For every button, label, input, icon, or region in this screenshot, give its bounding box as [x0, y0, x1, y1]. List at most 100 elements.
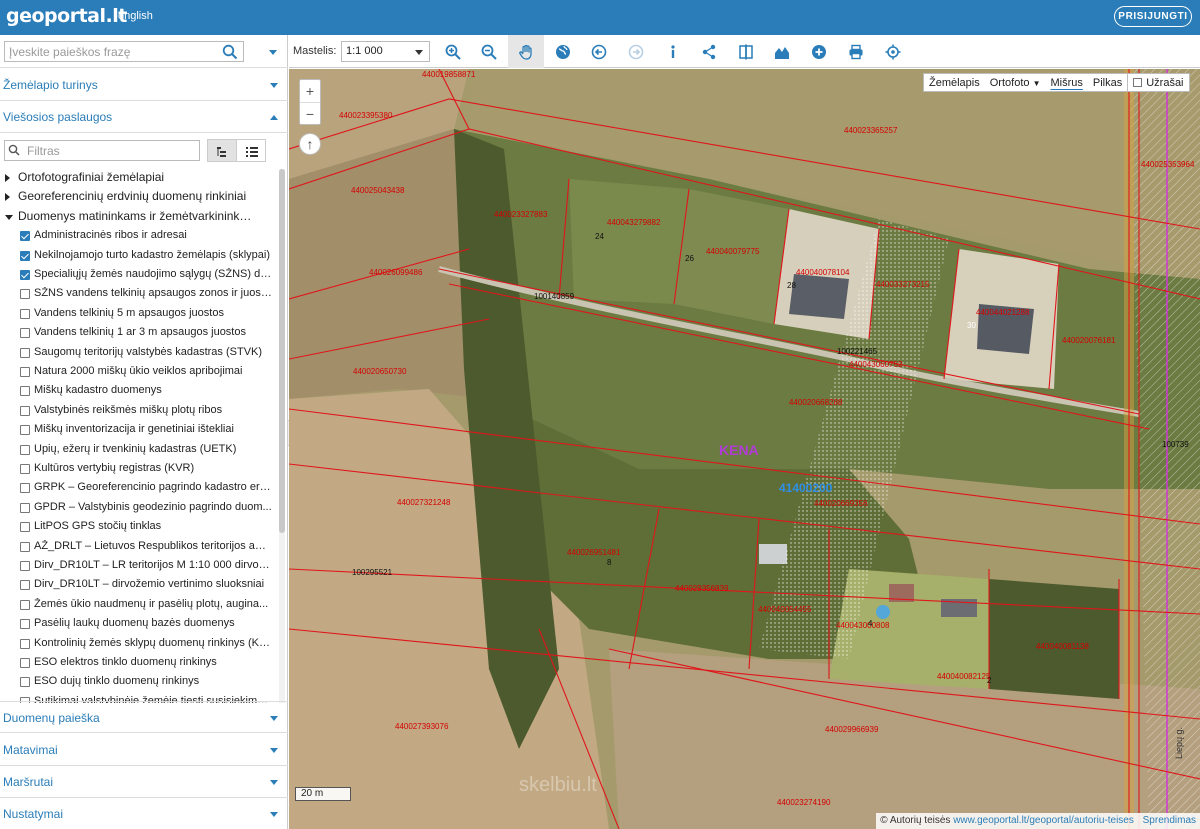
layer-checkbox[interactable] — [20, 483, 30, 494]
caret-down-icon[interactable] — [5, 214, 13, 220]
map-canvas[interactable]: 440019858871 440023395380 440023365257 4… — [289, 69, 1200, 829]
layer-checkbox[interactable] — [20, 677, 30, 688]
attribution-solution-link[interactable]: Sprendimas — [1143, 815, 1196, 826]
layer-checkbox[interactable] — [20, 308, 30, 319]
layer-item[interactable]: AŽ_DRLT – Lietuvos Respublikos teritorij… — [0, 538, 278, 557]
layer-checkbox[interactable] — [20, 619, 30, 630]
layer-checkbox[interactable] — [20, 328, 30, 339]
layer-checkbox[interactable] — [20, 444, 30, 455]
layer-item[interactable]: GRPK – Georeferencinio pagrindo kadastro… — [0, 479, 278, 498]
list-view-button[interactable] — [236, 139, 266, 162]
selected-parcel-id[interactable]: 41400200 — [779, 481, 833, 495]
login-button[interactable]: PRISIJUNGTI — [1114, 6, 1192, 27]
section-data-search[interactable]: Duomenų paieška — [0, 701, 288, 733]
print-button[interactable] — [838, 35, 874, 68]
locate-button[interactable] — [875, 35, 911, 68]
language-switch[interactable]: english — [118, 10, 153, 22]
compare-button[interactable] — [728, 35, 764, 68]
map-zoom-in-button[interactable]: + — [300, 80, 320, 102]
basemap-gray[interactable]: Pilkas — [1088, 77, 1127, 89]
layer-checkbox[interactable] — [20, 405, 30, 416]
labels-toggle[interactable]: Užrašai — [1128, 77, 1188, 89]
search-input[interactable] — [4, 41, 244, 62]
layer-checkbox[interactable] — [20, 464, 30, 474]
layer-checkbox[interactable] — [20, 599, 30, 610]
layer-checkbox[interactable] — [20, 367, 30, 377]
basemap-mixed[interactable]: Mišrus — [1045, 77, 1087, 89]
layer-item[interactable]: LitPOS GPS stočių tinklas — [0, 518, 278, 537]
section-routes[interactable]: Maršrutai — [0, 766, 288, 798]
orthophoto-map[interactable]: 440019858871 440023395380 440023365257 4… — [289, 69, 1200, 829]
section-measurements[interactable]: Matavimai — [0, 734, 288, 766]
zoom-out-button[interactable] — [471, 35, 507, 68]
layer-item[interactable]: Valstybinės reikšmės miškų plotų ribos — [0, 402, 278, 421]
layer-item[interactable]: Upių, ežerų ir tvenkinių kadastras (UETK… — [0, 441, 278, 460]
layer-group[interactable]: Ortofotografiniai žemėlapiai — [0, 169, 278, 188]
layer-item[interactable]: Natura 2000 miškų ūkio veiklos apribojim… — [0, 363, 278, 382]
layer-item[interactable]: Dirv_DR10LT – dirvožemio vertinimo sluok… — [0, 576, 278, 595]
north-arrow-button[interactable]: ↑ — [299, 133, 321, 155]
layer-item[interactable]: Kontrolinių žemės sklypų duomenų rinkiny… — [0, 635, 278, 654]
layer-checkbox[interactable] — [20, 541, 30, 552]
tree-view-button[interactable] — [207, 139, 237, 162]
layer-checkbox[interactable] — [20, 231, 30, 242]
next-extent-button[interactable] — [618, 35, 654, 68]
layer-checkbox[interactable] — [20, 386, 30, 397]
layer-checkbox[interactable] — [20, 638, 30, 649]
previous-extent-button[interactable] — [581, 35, 617, 68]
layer-checkbox[interactable] — [20, 347, 30, 358]
layer-item[interactable]: ESO elektros tinklo duomenų rinkinys — [0, 654, 278, 673]
layer-item[interactable]: Dirv_DR10LT – LR teritorijos M 1:10 000 … — [0, 557, 278, 576]
layer-item[interactable]: Miškų inventorizacija ir genetiniai ište… — [0, 421, 278, 440]
list-view-icon — [246, 147, 258, 157]
add-layer-button[interactable] — [801, 35, 837, 68]
layer-item[interactable]: Administracinės ribos ir adresai — [0, 227, 278, 246]
zoom-in-button[interactable] — [435, 35, 471, 68]
layer-item[interactable]: Vandens telkinių 1 ar 3 m apsaugos juost… — [0, 324, 278, 343]
search-dropdown-icon[interactable] — [269, 50, 277, 55]
filter-input[interactable] — [4, 140, 200, 161]
layer-item[interactable]: ESO dujų tinklo duomenų rinkinys — [0, 673, 278, 692]
layer-item[interactable]: Kultūros vertybių registras (KVR) — [0, 460, 278, 479]
layer-item[interactable]: Nekilnojamojo turto kadastro žemėlapis (… — [0, 247, 278, 266]
basemap-map[interactable]: Žemėlapis — [924, 77, 985, 89]
layer-checkbox[interactable] — [20, 289, 30, 300]
section-map-content[interactable]: Žemėlapio turinys — [0, 69, 288, 101]
geoportal-logo[interactable]: geoportal.lt — [6, 5, 127, 27]
layer-item[interactable]: Saugomų teritorijų valstybės kadastras (… — [0, 344, 278, 363]
layer-item[interactable]: Žemės ūkio naudmenų ir pasėlių plotų, au… — [0, 596, 278, 615]
scroll-thumb[interactable] — [279, 169, 285, 533]
search-icon[interactable] — [222, 44, 238, 60]
layer-item[interactable]: Miškų kadastro duomenys — [0, 382, 278, 401]
layer-item[interactable]: SŽNS vandens telkinių apsaugos zonos ir … — [0, 285, 278, 304]
layer-group[interactable]: Duomenys matininkams ir žemėtvarkininkam… — [0, 208, 278, 227]
elevation-profile-button[interactable] — [764, 35, 800, 68]
attribution-link[interactable]: www.geoportal.lt/geoportal/autoriu-teise… — [953, 815, 1134, 826]
share-button[interactable] — [691, 35, 727, 68]
layer-checkbox[interactable] — [20, 502, 30, 513]
layer-item[interactable]: Specialiųjų žemės naudojimo sąlygų (SŽNS… — [0, 266, 278, 285]
layer-checkbox[interactable] — [20, 561, 30, 571]
layer-checkbox[interactable] — [20, 250, 30, 261]
map-zoom-out-button[interactable]: − — [300, 102, 320, 124]
pan-button[interactable] — [508, 35, 544, 68]
layer-group[interactable]: Georeferencinių erdvinių duomenų rinkini… — [0, 188, 278, 207]
layer-checkbox[interactable] — [20, 270, 30, 280]
layer-tree-scrollbar[interactable] — [279, 169, 285, 703]
basemap-ortho[interactable]: Ortofoto ▼ — [985, 77, 1046, 89]
caret-right-icon[interactable] — [5, 193, 10, 202]
section-settings[interactable]: Nustatymai — [0, 798, 288, 829]
layer-checkbox[interactable] — [20, 658, 30, 668]
identify-button[interactable] — [655, 35, 691, 68]
layer-item[interactable]: Vandens telkinių 5 m apsaugos juostos — [0, 305, 278, 324]
layer-item[interactable]: Pasėlių laukų duomenų bazės duomenys — [0, 615, 278, 634]
layer-checkbox[interactable] — [20, 522, 30, 533]
layer-checkbox[interactable] — [20, 580, 30, 591]
labels-checkbox[interactable] — [1133, 77, 1143, 87]
section-public-services[interactable]: Viešosios paslaugos — [0, 101, 288, 133]
layer-checkbox[interactable] — [20, 425, 30, 436]
layer-item[interactable]: GPDR – Valstybinis geodezinio pagrindo d… — [0, 499, 278, 518]
scale-select[interactable]: 1:1 000 — [341, 41, 430, 62]
full-extent-button[interactable] — [545, 35, 581, 68]
caret-right-icon[interactable] — [5, 174, 10, 182]
